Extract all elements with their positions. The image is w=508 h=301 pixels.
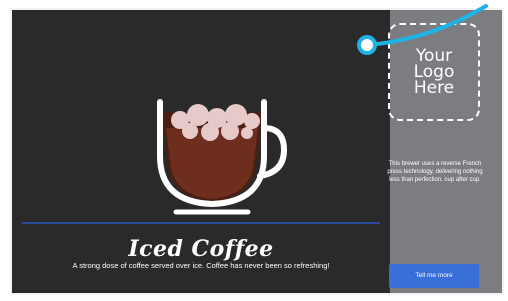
product-title: Iced Coffee — [128, 236, 274, 262]
tell-me-more-button[interactable]: Tell me more — [389, 264, 479, 288]
divider — [22, 222, 380, 224]
iced-coffee-cup-icon — [157, 99, 288, 215]
logo-placeholder: Your Logo Here — [388, 23, 480, 121]
sidebar-blurb: This brewer uses a reverse French press … — [387, 161, 483, 183]
product-description: A strong dose of coffee served over ice.… — [72, 261, 330, 270]
logo-placeholder-line-3: Here — [413, 78, 455, 98]
main-panel: Iced Coffee A strong dose of coffee serv… — [12, 10, 390, 293]
